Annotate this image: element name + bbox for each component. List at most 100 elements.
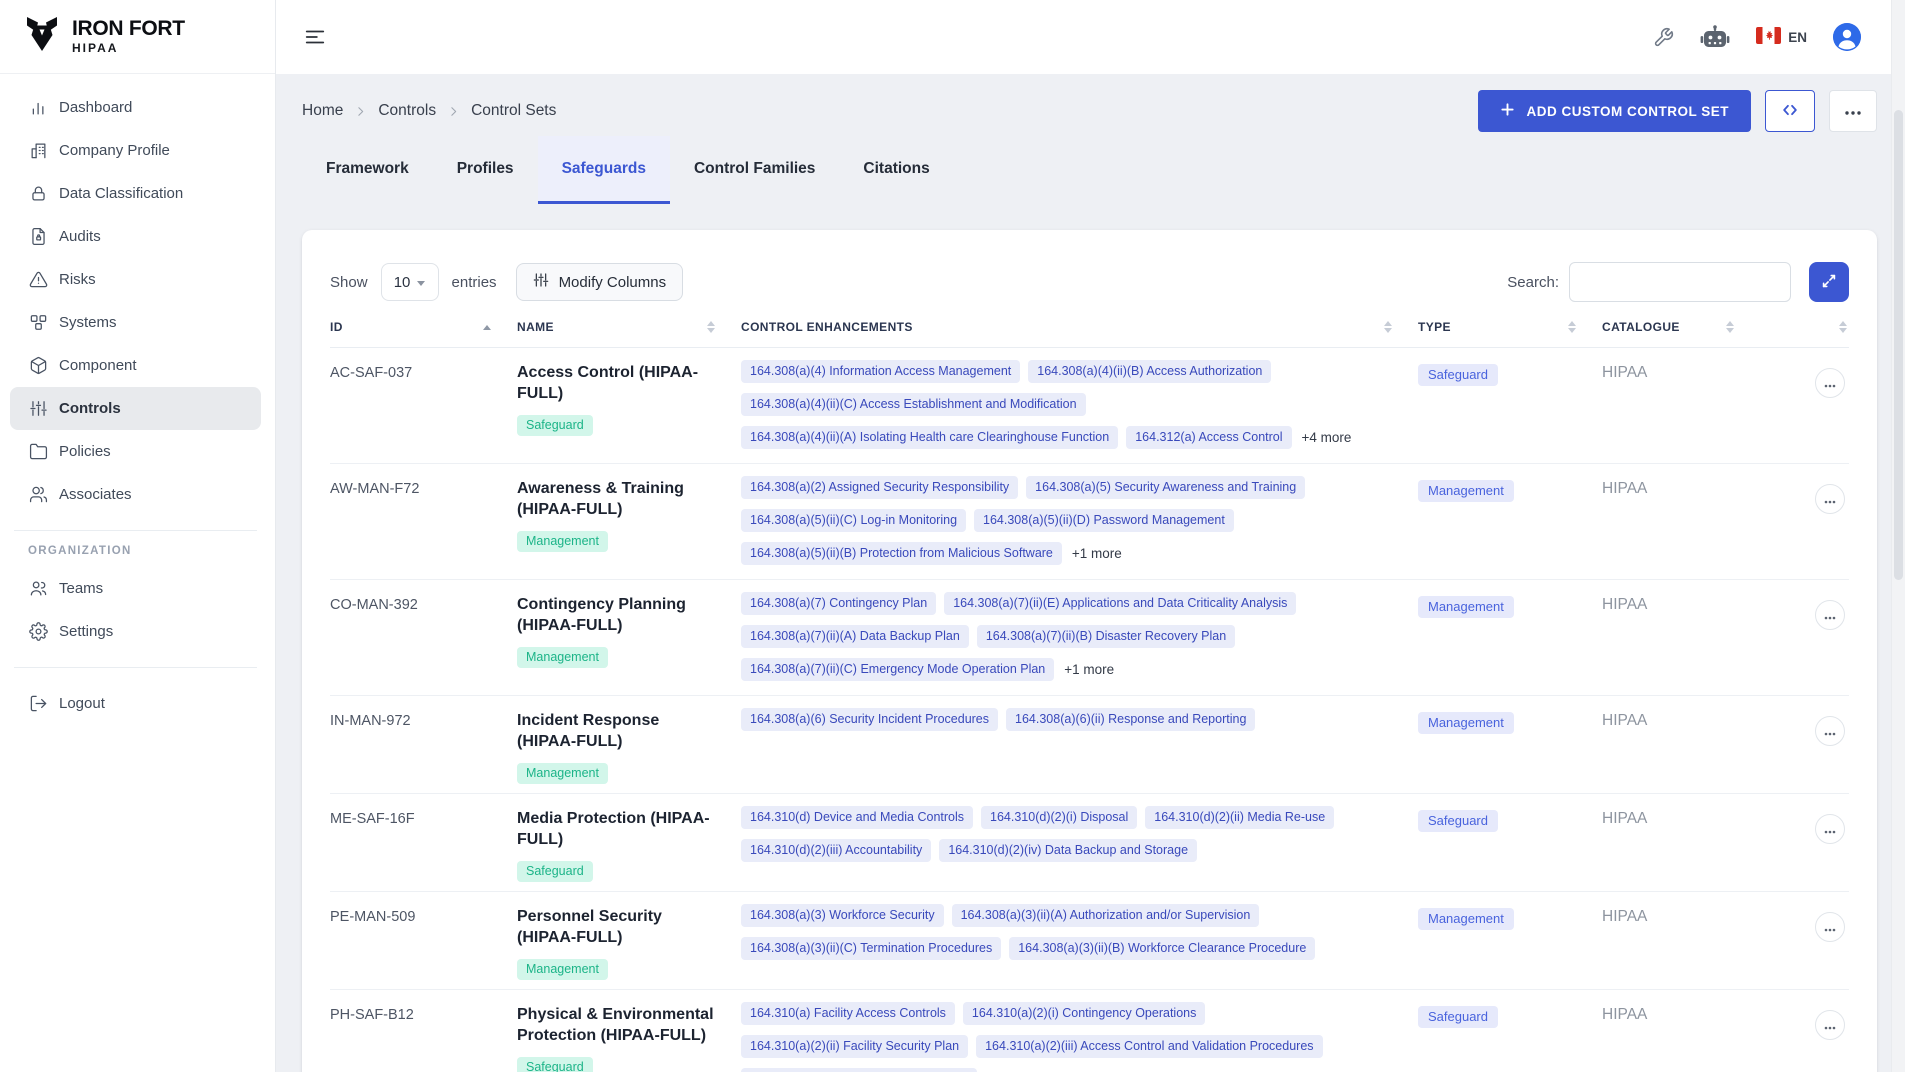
sidebar-item-risks[interactable]: Risks xyxy=(10,258,261,301)
enhancement-chip[interactable]: 164.310(d)(2)(ii) Media Re-use xyxy=(1145,806,1334,829)
tab-citations[interactable]: Citations xyxy=(839,136,953,204)
enhancement-chip[interactable]: 164.308(a)(7)(ii)(B) Disaster Recovery P… xyxy=(977,625,1235,648)
enhancement-chip[interactable]: 164.308(a)(7)(ii)(C) Emergency Mode Oper… xyxy=(741,658,1054,681)
column-label: CONTROL ENHANCEMENTS xyxy=(741,320,913,334)
column-header-control-enhancements[interactable]: CONTROL ENHANCEMENTS xyxy=(741,320,1418,334)
enhancement-chip[interactable]: 164.308(a)(7)(ii)(E) Applications and Da… xyxy=(944,592,1296,615)
row-actions-button[interactable] xyxy=(1815,484,1845,514)
sidebar-item-logout[interactable]: Logout xyxy=(10,682,261,725)
enhancement-chip[interactable]: 164.308(a)(3) Workforce Security xyxy=(741,904,944,927)
row-actions-button[interactable] xyxy=(1815,368,1845,398)
enhancement-chip[interactable]: 164.310(a)(2)(i) Contingency Operations xyxy=(963,1002,1205,1025)
enhancement-chip[interactable]: 164.310(a)(2)(iv) Maintenance Records xyxy=(741,1068,977,1072)
column-header-type[interactable]: TYPE xyxy=(1418,320,1602,334)
breadcrumb-home[interactable]: Home xyxy=(302,102,343,120)
robot-icon[interactable] xyxy=(1700,24,1730,51)
sidebar-item-systems[interactable]: Systems xyxy=(10,301,261,344)
tab-control-families[interactable]: Control Families xyxy=(670,136,839,204)
row-type-badge: Management xyxy=(1418,596,1514,618)
add-custom-control-set-button[interactable]: ADD CUSTOM CONTROL SET xyxy=(1478,90,1751,132)
row-name-link[interactable]: Contingency Planning (HIPAA-FULL) xyxy=(517,594,717,636)
enhancement-chip[interactable]: 164.308(a)(7) Contingency Plan xyxy=(741,592,936,615)
enhancement-chip[interactable]: 164.308(a)(6) Security Incident Procedur… xyxy=(741,708,998,731)
enhancement-chip[interactable]: 164.308(a)(5)(ii)(D) Password Management xyxy=(974,509,1234,532)
enhancement-chip[interactable]: 164.310(d) Device and Media Controls xyxy=(741,806,973,829)
column-header-id[interactable]: ID xyxy=(330,320,517,334)
sidebar-item-associates[interactable]: Associates xyxy=(10,473,261,516)
page-size-select[interactable]: 10 xyxy=(381,263,439,301)
row-name-link[interactable]: Media Protection (HIPAA-FULL) xyxy=(517,808,717,850)
scrollbar-thumb[interactable] xyxy=(1894,110,1903,580)
sidebar: IRON FORT HIPAA Dashboard Company Profil… xyxy=(0,0,276,1072)
row-actions-button[interactable] xyxy=(1815,912,1845,942)
scrollbar[interactable] xyxy=(1891,0,1905,1072)
main-area: EN Home Controls Control Sets xyxy=(276,0,1905,1072)
enhancement-chip[interactable]: 164.308(a)(4) Information Access Managem… xyxy=(741,360,1020,383)
more-actions-button[interactable] xyxy=(1829,90,1877,132)
enhancement-chip[interactable]: 164.308(a)(7)(ii)(A) Data Backup Plan xyxy=(741,625,969,648)
language-selector[interactable]: EN xyxy=(1756,27,1807,47)
row-name-link[interactable]: Incident Response (HIPAA-FULL) xyxy=(517,710,717,752)
column-header-actions[interactable] xyxy=(1760,320,1849,334)
sidebar-item-dashboard[interactable]: Dashboard xyxy=(10,86,261,129)
enhancement-chip[interactable]: 164.308(a)(3)(ii)(B) Workforce Clearance… xyxy=(1009,937,1315,960)
row-name-link[interactable]: Awareness & Training (HIPAA-FULL) xyxy=(517,478,717,520)
enhancement-chip[interactable]: 164.308(a)(5)(ii)(B) Protection from Mal… xyxy=(741,542,1062,565)
modify-columns-button[interactable]: Modify Columns xyxy=(516,263,684,301)
enhancement-chip[interactable]: 164.308(a)(4)(ii)(C) Access Establishmen… xyxy=(741,393,1086,416)
row-name-link[interactable]: Physical & Environmental Protection (HIP… xyxy=(517,1004,717,1046)
sidebar-item-policies[interactable]: Policies xyxy=(10,430,261,473)
enhancement-chip[interactable]: 164.308(a)(3)(ii)(A) Authorization and/o… xyxy=(952,904,1260,927)
expand-table-button[interactable] xyxy=(1809,262,1849,302)
tabs: Framework Profiles Safeguards Control Fa… xyxy=(302,136,1877,204)
row-name-link[interactable]: Personnel Security (HIPAA-FULL) xyxy=(517,906,717,948)
enhancement-chip[interactable]: 164.308(a)(4)(ii)(B) Access Authorizatio… xyxy=(1028,360,1271,383)
enhancement-chip[interactable]: 164.308(a)(5)(ii)(C) Log-in Monitoring xyxy=(741,509,966,532)
row-name-link[interactable]: Access Control (HIPAA-FULL) xyxy=(517,362,717,404)
row-actions-button[interactable] xyxy=(1815,1010,1845,1040)
enhancement-chip[interactable]: 164.308(a)(3)(ii)(C) Termination Procedu… xyxy=(741,937,1001,960)
enhancement-chip[interactable]: 164.308(a)(2) Assigned Security Responsi… xyxy=(741,476,1018,499)
tab-safeguards[interactable]: Safeguards xyxy=(538,136,670,204)
enhancement-chip[interactable]: 164.312(a) Access Control xyxy=(1126,426,1291,449)
sidebar-item-data-classification[interactable]: Data Classification xyxy=(10,172,261,215)
sidebar-item-audits[interactable]: Audits xyxy=(10,215,261,258)
enhancement-chip[interactable]: 164.310(a) Facility Access Controls xyxy=(741,1002,955,1025)
sidebar-item-teams[interactable]: Teams xyxy=(10,567,261,610)
breadcrumb-controls[interactable]: Controls xyxy=(378,102,436,120)
row-actions-button[interactable] xyxy=(1815,716,1845,746)
sidebar-item-component[interactable]: Component xyxy=(10,344,261,387)
sort-icon xyxy=(707,321,715,333)
enhancement-chip[interactable]: 164.310(d)(2)(iii) Accountability xyxy=(741,839,931,862)
brand[interactable]: IRON FORT HIPAA xyxy=(0,0,275,74)
table-header: ID NAME CONTROL ENHANCEMENTS TYPE xyxy=(330,320,1849,348)
sidebar-item-company-profile[interactable]: Company Profile xyxy=(10,129,261,172)
column-label: CATALOGUE xyxy=(1602,320,1680,334)
search-input[interactable] xyxy=(1569,262,1791,302)
tab-framework[interactable]: Framework xyxy=(302,136,433,204)
enhancement-chip[interactable]: 164.310(d)(2)(i) Disposal xyxy=(981,806,1137,829)
column-header-catalogue[interactable]: CATALOGUE xyxy=(1602,320,1760,334)
enhancement-chip[interactable]: 164.308(a)(5) Security Awareness and Tra… xyxy=(1026,476,1305,499)
ellipsis-icon xyxy=(1824,920,1836,935)
code-view-button[interactable] xyxy=(1765,90,1815,132)
column-header-name[interactable]: NAME xyxy=(517,320,741,334)
enhancement-chip[interactable]: 164.310(d)(2)(iv) Data Backup and Storag… xyxy=(939,839,1197,862)
enhancement-chip[interactable]: 164.310(a)(2)(iii) Access Control and Va… xyxy=(976,1035,1322,1058)
enhancement-chip[interactable]: 164.308(a)(6)(ii) Response and Reporting xyxy=(1006,708,1255,731)
more-enhancements-label[interactable]: +1 more xyxy=(1064,662,1114,677)
sidebar-item-settings[interactable]: Settings xyxy=(10,610,261,653)
tab-profiles[interactable]: Profiles xyxy=(433,136,538,204)
brand-name: IRON FORT xyxy=(72,18,185,40)
user-avatar[interactable] xyxy=(1833,23,1861,51)
row-actions-button[interactable] xyxy=(1815,814,1845,844)
enhancement-chip[interactable]: 164.310(a)(2)(ii) Facility Security Plan xyxy=(741,1035,968,1058)
row-actions-button[interactable] xyxy=(1815,600,1845,630)
enhancement-chip[interactable]: 164.308(a)(4)(ii)(A) Isolating Health ca… xyxy=(741,426,1118,449)
more-enhancements-label[interactable]: +1 more xyxy=(1072,546,1122,561)
sidebar-item-controls[interactable]: Controls xyxy=(10,387,261,430)
more-enhancements-label[interactable]: +4 more xyxy=(1302,430,1352,445)
wrench-icon[interactable] xyxy=(1653,27,1674,48)
menu-toggle-button[interactable] xyxy=(304,26,326,48)
row-name-badge: Management xyxy=(517,647,608,668)
